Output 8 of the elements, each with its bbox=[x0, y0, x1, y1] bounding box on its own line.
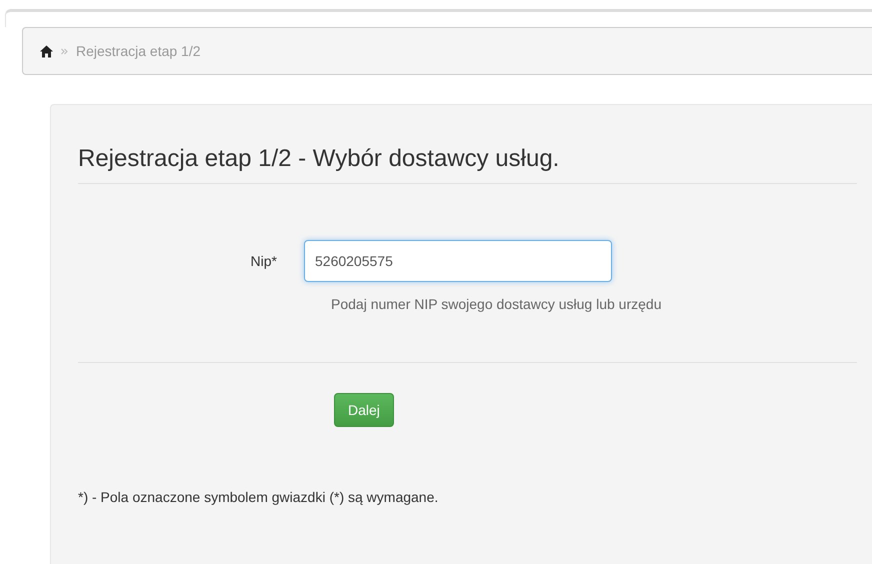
breadcrumb-item: Rejestracja etap 1/2 bbox=[76, 43, 201, 59]
form-title: Rejestracja etap 1/2 - Wybór dostawcy usług. bbox=[78, 145, 857, 184]
field-label: Nip* bbox=[250, 253, 278, 269]
home-icon[interactable] bbox=[40, 44, 53, 58]
footnote: *) - Pola oznaczone symbolem gwiazdki (*) są wymagane. bbox=[78, 489, 440, 505]
chevron-icon bbox=[61, 48, 68, 54]
nip-field[interactable]: 5260205575 bbox=[304, 240, 612, 282]
help-text: Podaj numer NIP swojego dostawcy usług lub urzędu bbox=[331, 296, 662, 312]
